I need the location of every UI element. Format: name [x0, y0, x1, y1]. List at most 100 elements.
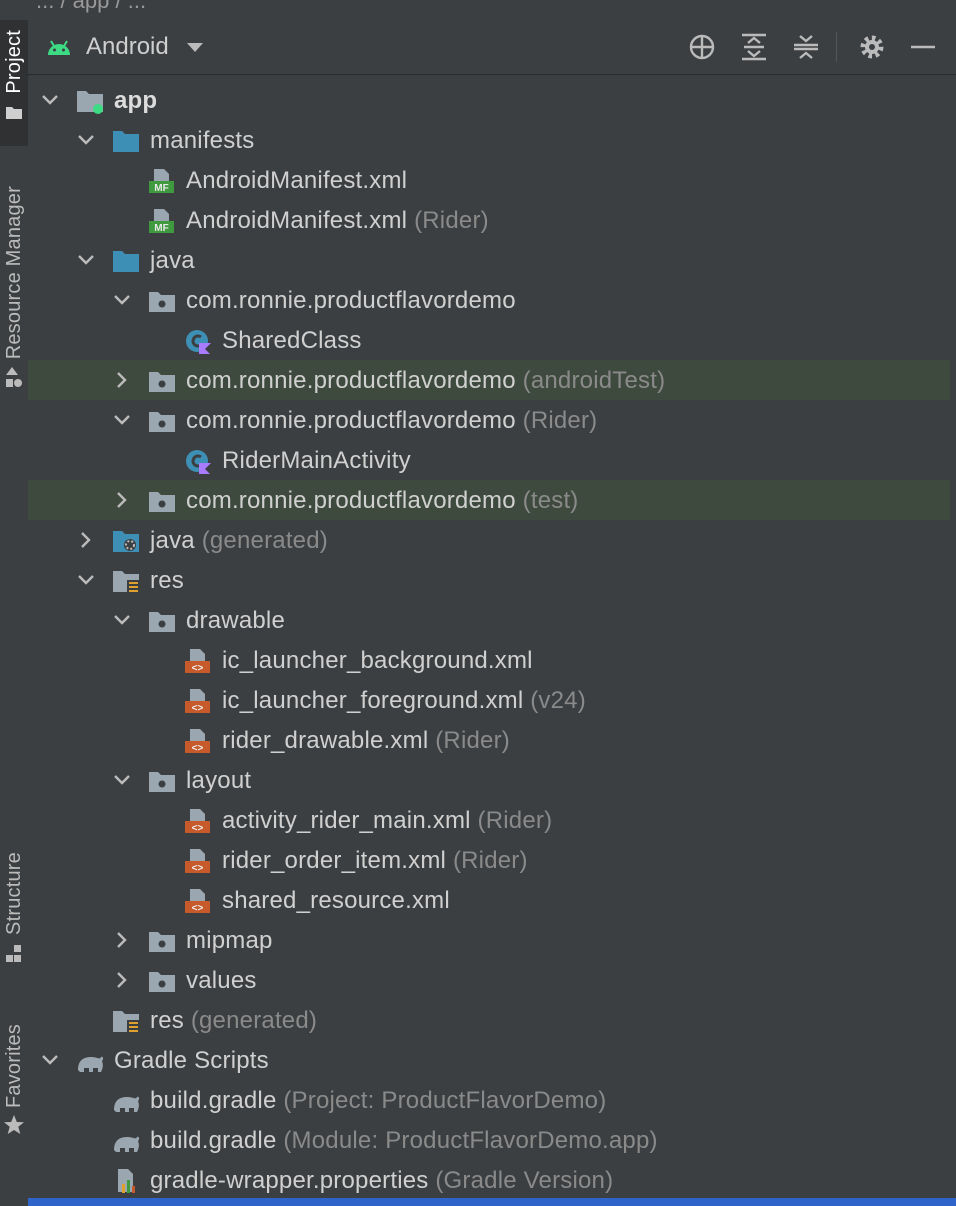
tree-row-name: build.gradle [150, 1127, 277, 1154]
tree-row[interactable]: MF AndroidManifest.xml [28, 160, 950, 200]
sidebar-tab-label: Project [2, 30, 25, 94]
folder-icon [113, 251, 139, 272]
tree-row[interactable]: gradle-wrapper.properties (Gradle Versio… [28, 1160, 950, 1200]
tree-row[interactable]: Gradle Scripts [28, 1040, 950, 1080]
tree-row-hint: (Rider) [515, 407, 598, 434]
tree-row[interactable]: res [28, 560, 950, 600]
tree-row[interactable]: mipmap [28, 920, 950, 960]
svg-text:<>: <> [192, 903, 204, 914]
settings-icon[interactable] [857, 32, 887, 62]
tree-row[interactable]: java (generated) [28, 520, 950, 560]
tree-row-name: build.gradle [150, 1087, 277, 1114]
tree-row[interactable]: <> shared_resource.xml [28, 880, 950, 920]
tree-row[interactable]: res (generated) [28, 1000, 950, 1040]
chevron-down-icon[interactable] [76, 120, 96, 160]
tree-row-hint: (Rider) [446, 847, 528, 874]
chevron-down-icon[interactable] [76, 240, 96, 280]
xml-file-icon: <> [185, 849, 210, 874]
folder-icon [113, 131, 139, 152]
tree-row-name: app [114, 87, 158, 114]
tree-row-label: res [150, 567, 184, 595]
chevron-right-icon[interactable] [76, 520, 96, 560]
tree-row-label: activity_rider_main.xml (Rider) [222, 807, 552, 835]
kotlin-class-icon [186, 450, 211, 474]
tree-row[interactable]: values [28, 960, 950, 1000]
tree-row-name: res [150, 567, 184, 594]
project-tree[interactable]: app manifests MF AndroidManifest.xml MF Andro… [28, 76, 956, 1206]
xml-file-icon: <> [185, 689, 210, 714]
tree-row[interactable]: <> ic_launcher_background.xml [28, 640, 950, 680]
resource-folder-icon [113, 1011, 139, 1033]
chevron-right-icon[interactable] [112, 480, 132, 520]
tree-row-hint: (Rider) [407, 207, 489, 234]
sidebar-tab-structure[interactable]: Structure [0, 852, 28, 967]
tree-row-label: app [114, 87, 157, 115]
collapse-all-icon[interactable] [791, 32, 821, 62]
chevron-right-icon[interactable] [112, 360, 132, 400]
sidebar-tab-favorites[interactable]: Favorites [0, 1024, 28, 1136]
tree-row[interactable]: <> rider_drawable.xml (Rider) [28, 720, 950, 760]
manifest-file-icon: MF [149, 209, 174, 234]
chevron-down-icon[interactable] [112, 760, 132, 800]
tree-row-name: shared_resource.xml [222, 887, 450, 914]
expand-all-icon[interactable] [739, 32, 769, 62]
chevron-down-icon[interactable] [40, 1040, 60, 1080]
tree-row-hint: (generated) [183, 1007, 318, 1034]
minimize-icon[interactable] [908, 32, 938, 62]
sidebar-tab-label: Structure [2, 852, 25, 935]
resource-manager-icon [6, 367, 22, 388]
tree-row-label: drawable [186, 607, 285, 635]
tree-row[interactable]: layout [28, 760, 950, 800]
chevron-down-icon[interactable] [112, 600, 132, 640]
chevron-down-icon[interactable] [76, 560, 96, 600]
tree-row[interactable]: <> rider_order_item.xml (Rider) [28, 840, 950, 880]
tree-row-hint: (test) [515, 487, 579, 514]
tree-row[interactable]: <> activity_rider_main.xml (Rider) [28, 800, 950, 840]
tree-row[interactable]: com.ronnie.productflavordemo (androidTes… [28, 360, 950, 400]
tree-row[interactable]: build.gradle (Project: ProductFlavorDemo… [28, 1080, 950, 1120]
tree-row[interactable]: MF AndroidManifest.xml (Rider) [28, 200, 950, 240]
chevron-down-icon[interactable] [112, 280, 132, 320]
xml-file-icon: <> [185, 809, 210, 834]
manifest-file-icon: MF [149, 169, 174, 194]
tree-row[interactable]: com.ronnie.productflavordemo [28, 280, 950, 320]
xml-file-icon: <> [185, 729, 210, 754]
tree-row-label: com.ronnie.productflavordemo (androidTes… [186, 367, 665, 395]
tree-row[interactable]: com.ronnie.productflavordemo (Rider) [28, 400, 950, 440]
sidebar-tab-resource-manager[interactable]: Resource Manager [0, 186, 28, 391]
tree-row-label: values [186, 967, 257, 995]
tree-row-name: rider_order_item.xml [222, 847, 447, 874]
tree-row-label: layout [186, 767, 251, 795]
tree-row[interactable]: app [28, 80, 950, 120]
chevron-right-icon[interactable] [112, 920, 132, 960]
tree-row[interactable]: RiderMainActivity [28, 440, 950, 480]
tree-row-name: values [186, 967, 257, 994]
tree-row-label: AndroidManifest.xml (Rider) [186, 207, 489, 235]
chevron-down-icon[interactable] [40, 80, 60, 120]
tree-row[interactable]: java [28, 240, 950, 280]
tree-row[interactable]: com.ronnie.productflavordemo (test) [28, 480, 950, 520]
module-folder-icon [77, 91, 103, 114]
tree-row-label: ic_launcher_background.xml [222, 647, 533, 675]
generated-folder-icon [113, 531, 139, 552]
tree-row[interactable]: manifests [28, 120, 950, 160]
chevron-down-icon [186, 42, 203, 52]
tree-row-label: java [150, 247, 195, 275]
view-mode-label: Android [86, 33, 169, 60]
tree-row-name: drawable [186, 607, 285, 634]
kotlin-class-icon [186, 330, 211, 354]
tree-row-name: AndroidManifest.xml [186, 167, 408, 194]
tree-row[interactable]: build.gradle (Module: ProductFlavorDemo.… [28, 1120, 950, 1160]
tree-row[interactable]: drawable [28, 600, 950, 640]
tree-row[interactable]: SharedClass [28, 320, 950, 360]
tree-row-hint: (v24) [523, 687, 586, 714]
xml-file-icon: <> [185, 649, 210, 674]
tree-row[interactable]: <> ic_launcher_foreground.xml (v24) [28, 680, 950, 720]
view-mode-dropdown[interactable]: Android [46, 33, 203, 61]
locate-icon[interactable] [687, 32, 717, 62]
chevron-down-icon[interactable] [112, 400, 132, 440]
sidebar-tab-project[interactable]: Project [0, 30, 28, 122]
header-divider [836, 32, 837, 62]
svg-text:<>: <> [192, 863, 204, 874]
chevron-right-icon[interactable] [112, 960, 132, 1000]
